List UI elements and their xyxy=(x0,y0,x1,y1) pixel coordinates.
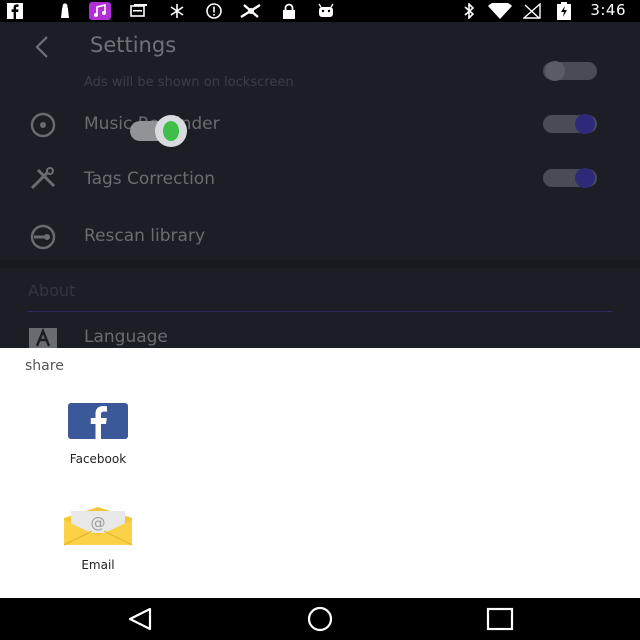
lockscreen-ads-toggle[interactable] xyxy=(543,61,597,81)
setting-row-language[interactable]: Language xyxy=(0,316,640,348)
music-app-icon xyxy=(89,2,111,20)
android-robot-icon xyxy=(318,3,334,17)
battery-charging-icon xyxy=(557,2,571,20)
section-divider xyxy=(0,260,640,268)
music-reminder-toggle[interactable] xyxy=(543,114,597,134)
share-target-facebook[interactable]: Facebook xyxy=(43,400,153,480)
about-divider-line xyxy=(28,311,612,312)
floating-toggle-switch[interactable] xyxy=(128,114,190,148)
toggle-knob xyxy=(575,114,595,134)
toggle-knob xyxy=(575,168,595,188)
fan-icon xyxy=(240,3,261,19)
share-title: share xyxy=(25,358,64,374)
email-app-icon: @ xyxy=(63,507,133,546)
about-section-header: About xyxy=(28,281,76,300)
setting-label: Rescan library xyxy=(84,226,206,246)
wifi-icon xyxy=(488,3,512,19)
setting-label: Tags Correction xyxy=(84,169,215,189)
alert-icon xyxy=(206,3,222,19)
bluetooth-icon xyxy=(464,3,475,19)
setting-row-tags-correction[interactable]: Tags Correction xyxy=(0,152,640,202)
ads-subtitle: Ads will be shown on lockscreen xyxy=(84,75,294,90)
signal-off-icon xyxy=(523,3,541,19)
music-disc-icon xyxy=(30,112,56,138)
settings-screen: Settings Ads will be shown on lockscreen… xyxy=(0,22,640,348)
tags-correction-toggle[interactable] xyxy=(543,168,597,188)
status-bar: 3:46 xyxy=(0,0,640,22)
setting-row-rescan-library[interactable]: Rescan library xyxy=(0,210,640,260)
share-target-label: Email xyxy=(81,558,115,572)
svg-text:@: @ xyxy=(91,514,106,532)
navigation-bar xyxy=(0,598,640,640)
clock: 3:46 xyxy=(590,1,626,19)
lock-icon xyxy=(283,3,295,19)
recents-square-icon[interactable] xyxy=(485,606,515,632)
rescan-icon xyxy=(30,224,56,250)
home-circle-icon[interactable] xyxy=(305,606,335,632)
facebook-app-icon xyxy=(68,403,128,439)
cards-icon xyxy=(130,4,147,17)
share-sheet: share Facebook @ Email xyxy=(0,348,640,598)
share-target-label: Facebook xyxy=(69,452,127,466)
setting-label: Language xyxy=(84,327,168,347)
page-title: Settings xyxy=(90,33,177,57)
sync-icon xyxy=(170,4,184,18)
setting-row-music-reminder[interactable]: Music Reminder xyxy=(0,98,640,148)
share-target-email[interactable]: @ Email xyxy=(43,506,153,586)
back-arrow-icon[interactable] xyxy=(30,34,56,60)
toggle-knob xyxy=(545,61,565,81)
android-icon xyxy=(61,3,69,18)
language-icon xyxy=(29,327,57,348)
facebook-icon xyxy=(7,3,23,19)
tools-icon xyxy=(30,167,56,190)
back-triangle-icon[interactable] xyxy=(126,606,156,632)
